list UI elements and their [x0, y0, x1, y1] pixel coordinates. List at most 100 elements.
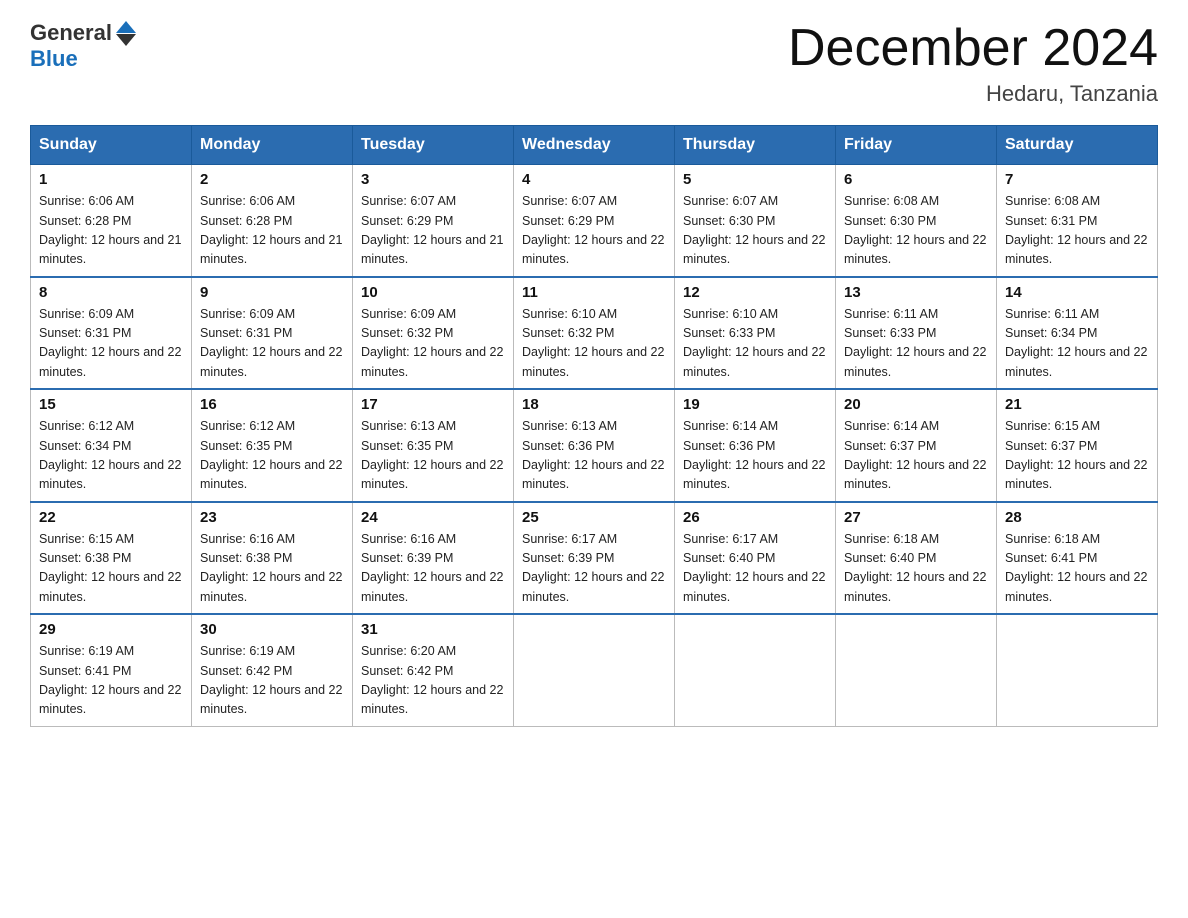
day-info: Sunrise: 6:07 AMSunset: 6:30 PMDaylight:…: [683, 192, 827, 270]
col-friday: Friday: [836, 126, 997, 165]
day-number: 15: [39, 396, 183, 413]
table-row: 31 Sunrise: 6:20 AMSunset: 6:42 PMDayligh…: [353, 614, 514, 726]
day-info: Sunrise: 6:06 AMSunset: 6:28 PMDaylight:…: [39, 192, 183, 270]
table-row: 23Sunrise: 6:16 AMSunset: 6:38 PMDayligh…: [192, 502, 353, 615]
day-info: Sunrise: 6:20 AMSunset: 6:42 PMDaylight:…: [361, 642, 505, 720]
day-info: Sunrise: 6:09 AMSunset: 6:31 PMDaylight:…: [200, 305, 344, 383]
table-row: 17 Sunrise: 6:13 AMSunset: 6:35 PMDayligh…: [353, 389, 514, 502]
day-info: Sunrise: 6:17 AMSunset: 6:40 PMDaylight:…: [683, 530, 827, 608]
day-number: 5: [683, 171, 827, 188]
calendar-week-1: 1 Sunrise: 6:06 AMSunset: 6:28 PMDaylight…: [31, 165, 1158, 277]
table-row: 16Sunrise: 6:12 AMSunset: 6:35 PMDayligh…: [192, 389, 353, 502]
day-number: 31: [361, 621, 505, 638]
day-number: 13: [844, 284, 988, 301]
day-number: 8: [39, 284, 183, 301]
day-info: Sunrise: 6:14 AMSunset: 6:36 PMDaylight:…: [683, 417, 827, 495]
table-row: 29Sunrise: 6:19 AMSunset: 6:41 PMDayligh…: [31, 614, 192, 726]
table-row: 14 Sunrise: 6:11 AMSunset: 6:34 PMDayligh…: [997, 277, 1158, 390]
day-number: 21: [1005, 396, 1149, 413]
table-row: 21 Sunrise: 6:15 AMSunset: 6:37 PMDayligh…: [997, 389, 1158, 502]
day-number: 9: [200, 284, 344, 301]
day-info: Sunrise: 6:06 AMSunset: 6:28 PMDaylight:…: [200, 192, 344, 270]
title-block: December 2024 Hedaru, Tanzania: [788, 20, 1158, 107]
table-row: [997, 614, 1158, 726]
calendar-week-2: 8 Sunrise: 6:09 AMSunset: 6:31 PMDaylight…: [31, 277, 1158, 390]
table-row: 25 Sunrise: 6:17 AMSunset: 6:39 PMDayligh…: [514, 502, 675, 615]
day-number: 27: [844, 509, 988, 526]
table-row: 11Sunrise: 6:10 AMSunset: 6:32 PMDayligh…: [514, 277, 675, 390]
page-title: December 2024: [788, 20, 1158, 77]
day-info: Sunrise: 6:11 AMSunset: 6:34 PMDaylight:…: [1005, 305, 1149, 383]
day-number: 26: [683, 509, 827, 526]
day-number: 2: [200, 171, 344, 188]
day-number: 14: [1005, 284, 1149, 301]
logo-blue: Blue: [30, 46, 78, 71]
table-row: 13 Sunrise: 6:11 AMSunset: 6:33 PMDayligh…: [836, 277, 997, 390]
col-wednesday: Wednesday: [514, 126, 675, 165]
col-sunday: Sunday: [31, 126, 192, 165]
day-info: Sunrise: 6:17 AMSunset: 6:39 PMDaylight:…: [522, 530, 666, 608]
day-number: 28: [1005, 509, 1149, 526]
day-info: Sunrise: 6:13 AMSunset: 6:35 PMDaylight:…: [361, 417, 505, 495]
logo-text-block: General Blue: [30, 20, 136, 72]
day-number: 22: [39, 509, 183, 526]
col-saturday: Saturday: [997, 126, 1158, 165]
day-info: Sunrise: 6:14 AMSunset: 6:37 PMDaylight:…: [844, 417, 988, 495]
calendar-week-4: 22 Sunrise: 6:15 AMSunset: 6:38 PMDayligh…: [31, 502, 1158, 615]
table-row: 7 Sunrise: 6:08 AMSunset: 6:31 PMDaylight…: [997, 165, 1158, 277]
table-row: 15 Sunrise: 6:12 AMSunset: 6:34 PMDayligh…: [31, 389, 192, 502]
day-info: Sunrise: 6:09 AMSunset: 6:32 PMDaylight:…: [361, 305, 505, 383]
day-number: 19: [683, 396, 827, 413]
table-row: 28Sunrise: 6:18 AMSunset: 6:41 PMDayligh…: [997, 502, 1158, 615]
page-subtitle: Hedaru, Tanzania: [788, 81, 1158, 107]
day-info: Sunrise: 6:08 AMSunset: 6:30 PMDaylight:…: [844, 192, 988, 270]
day-number: 4: [522, 171, 666, 188]
logo: General Blue: [30, 20, 136, 72]
table-row: 27 Sunrise: 6:18 AMSunset: 6:40 PMDayligh…: [836, 502, 997, 615]
table-row: 20 Sunrise: 6:14 AMSunset: 6:37 PMDayligh…: [836, 389, 997, 502]
day-number: 17: [361, 396, 505, 413]
table-row: 24Sunrise: 6:16 AMSunset: 6:39 PMDayligh…: [353, 502, 514, 615]
day-info: Sunrise: 6:15 AMSunset: 6:37 PMDaylight:…: [1005, 417, 1149, 495]
day-number: 18: [522, 396, 666, 413]
day-number: 1: [39, 171, 183, 188]
day-number: 25: [522, 509, 666, 526]
table-row: 1 Sunrise: 6:06 AMSunset: 6:28 PMDaylight…: [31, 165, 192, 277]
day-info: Sunrise: 6:08 AMSunset: 6:31 PMDaylight:…: [1005, 192, 1149, 270]
logo-general: General: [30, 20, 112, 46]
day-number: 6: [844, 171, 988, 188]
table-row: 12Sunrise: 6:10 AMSunset: 6:33 PMDayligh…: [675, 277, 836, 390]
day-info: Sunrise: 6:07 AMSunset: 6:29 PMDaylight:…: [361, 192, 505, 270]
table-row: 26 Sunrise: 6:17 AMSunset: 6:40 PMDayligh…: [675, 502, 836, 615]
day-info: Sunrise: 6:11 AMSunset: 6:33 PMDaylight:…: [844, 305, 988, 383]
table-row: 19 Sunrise: 6:14 AMSunset: 6:36 PMDayligh…: [675, 389, 836, 502]
table-row: 9 Sunrise: 6:09 AMSunset: 6:31 PMDaylight…: [192, 277, 353, 390]
day-info: Sunrise: 6:10 AMSunset: 6:33 PMDaylight:…: [683, 305, 827, 383]
day-number: 10: [361, 284, 505, 301]
table-row: [514, 614, 675, 726]
day-info: Sunrise: 6:18 AMSunset: 6:40 PMDaylight:…: [844, 530, 988, 608]
table-row: [836, 614, 997, 726]
calendar-table: Sunday Monday Tuesday Wednesday Thursday…: [30, 125, 1158, 727]
day-number: 24: [361, 509, 505, 526]
table-row: 3 Sunrise: 6:07 AMSunset: 6:29 PMDaylight…: [353, 165, 514, 277]
table-row: 18 Sunrise: 6:13 AMSunset: 6:36 PMDayligh…: [514, 389, 675, 502]
day-number: 30: [200, 621, 344, 638]
table-row: 4 Sunrise: 6:07 AMSunset: 6:29 PMDaylight…: [514, 165, 675, 277]
day-info: Sunrise: 6:12 AMSunset: 6:35 PMDaylight:…: [200, 417, 344, 495]
table-row: 10 Sunrise: 6:09 AMSunset: 6:32 PMDayligh…: [353, 277, 514, 390]
day-number: 7: [1005, 171, 1149, 188]
table-row: 30Sunrise: 6:19 AMSunset: 6:42 PMDayligh…: [192, 614, 353, 726]
day-info: Sunrise: 6:13 AMSunset: 6:36 PMDaylight:…: [522, 417, 666, 495]
col-thursday: Thursday: [675, 126, 836, 165]
logo-icon: [116, 21, 136, 46]
day-info: Sunrise: 6:19 AMSunset: 6:41 PMDaylight:…: [39, 642, 183, 720]
day-number: 23: [200, 509, 344, 526]
calendar-week-3: 15 Sunrise: 6:12 AMSunset: 6:34 PMDayligh…: [31, 389, 1158, 502]
day-info: Sunrise: 6:15 AMSunset: 6:38 PMDaylight:…: [39, 530, 183, 608]
day-number: 3: [361, 171, 505, 188]
day-info: Sunrise: 6:07 AMSunset: 6:29 PMDaylight:…: [522, 192, 666, 270]
day-info: Sunrise: 6:10 AMSunset: 6:32 PMDaylight:…: [522, 305, 666, 383]
day-number: 20: [844, 396, 988, 413]
day-info: Sunrise: 6:12 AMSunset: 6:34 PMDaylight:…: [39, 417, 183, 495]
